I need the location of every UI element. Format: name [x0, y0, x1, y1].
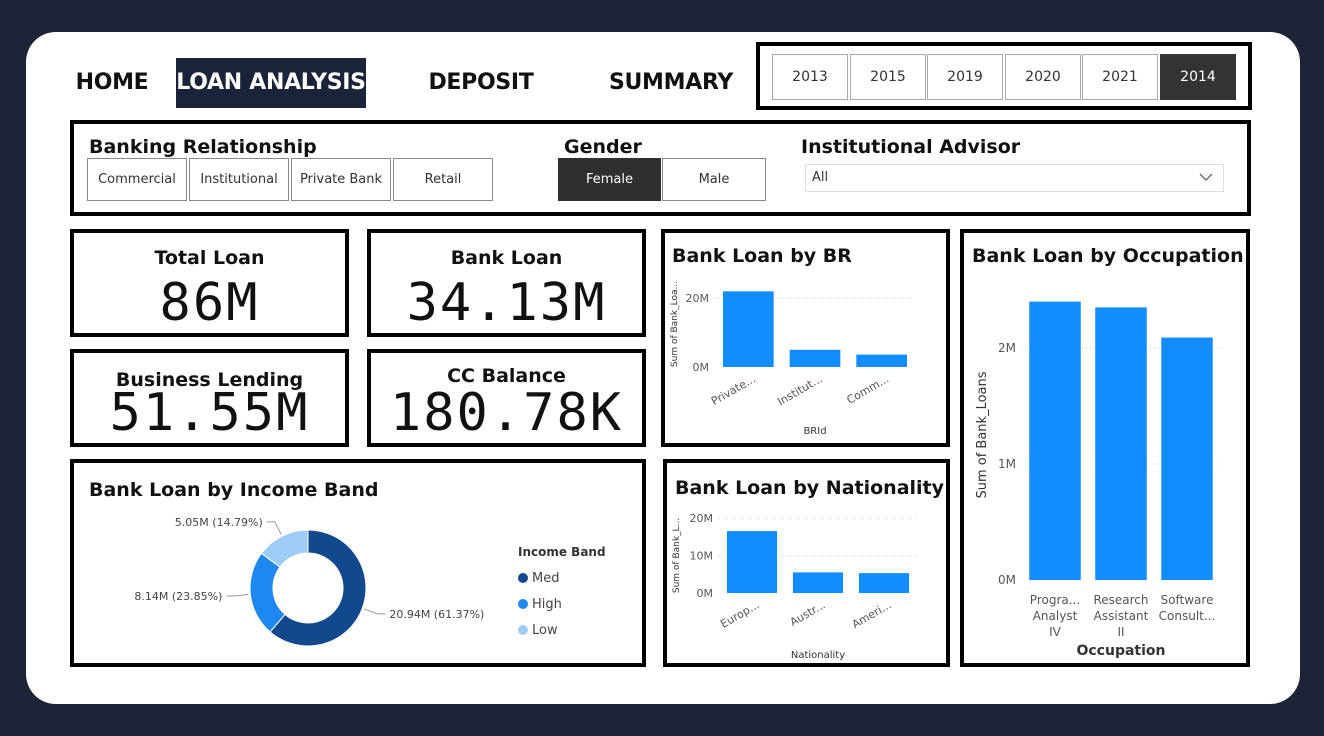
- nav-home[interactable]: HOME: [72, 58, 152, 108]
- br-option-private-bank[interactable]: Private Bank: [291, 158, 391, 201]
- gender-option-female[interactable]: Female: [558, 158, 661, 201]
- year-button-2013[interactable]: 2013: [772, 54, 848, 100]
- legend-item: High: [532, 597, 562, 612]
- chart-bank-loan-by-income-band: Bank Loan by Income Band 20.94M (61.37%)…: [70, 459, 646, 667]
- gender-title: Gender: [564, 136, 642, 158]
- y-axis-label: Sum of Bank_L...: [672, 518, 682, 593]
- x-tick-label: Private...: [709, 372, 758, 408]
- donut-chart-income-band: 20.94M (61.37%) 8.14M (23.85%) 5.05M (14.7…: [134, 516, 606, 647]
- institutional-advisor-title: Institutional Advisor: [801, 136, 1021, 158]
- nav-summary[interactable]: SUMMARY: [606, 58, 736, 108]
- data-label: 5.05M (14.79%): [175, 516, 263, 529]
- bar-0: [1029, 301, 1081, 580]
- kpi-business-lending: Business Lending 51.55M: [70, 349, 349, 447]
- kpi-label: Total Loan: [154, 247, 265, 269]
- bar-2: [858, 573, 910, 593]
- leader-line: [266, 521, 282, 535]
- legend-marker: [518, 625, 528, 635]
- year-button-2021[interactable]: 2021: [1082, 54, 1158, 100]
- x-tick-label: Comm...: [845, 372, 892, 406]
- filter-panel: Banking Relationship Commercial Institut…: [70, 120, 1251, 216]
- data-label: 20.94M (61.37%): [389, 608, 484, 621]
- bar-2: [1161, 337, 1213, 580]
- chart-bank-loan-by-br: Bank Loan by BR 0M 20M Private... Institut.…: [661, 229, 950, 447]
- kpi-value: 86M: [159, 273, 260, 333]
- br-option-retail[interactable]: Retail: [393, 158, 493, 201]
- kpi-cc-balance: CC Balance 180.78K: [367, 349, 646, 447]
- bar-1: [1095, 307, 1147, 580]
- kpi-bank-loan: Bank Loan 34.13M: [367, 229, 646, 337]
- year-button-2014[interactable]: 2014: [1160, 54, 1236, 100]
- y-tick-label: 1M: [998, 457, 1016, 471]
- y-tick-label: 0M: [998, 573, 1016, 587]
- bar-chart-nationality: 0M 10M 20M Europ... Austr... Ameri... National…: [672, 512, 917, 661]
- y-tick-label: 0M: [697, 587, 714, 600]
- bar-chart-br: 0M 20M Private... Institut... Comm... BRId Sum…: [670, 281, 915, 437]
- kpi-value: 180.78K: [389, 383, 624, 443]
- bar-0: [723, 291, 774, 367]
- leader-line: [364, 608, 386, 615]
- year-slicer: 2013 2015 2019 2020 2021 2014: [756, 42, 1252, 110]
- nav-loan-analysis[interactable]: LOAN ANALYSIS: [176, 58, 366, 108]
- br-option-institutional[interactable]: Institutional: [189, 158, 289, 201]
- chart-bank-loan-by-occupation: Bank Loan by Occupation 0M 1M 2M Progra... A…: [960, 229, 1250, 667]
- x-tick-label: Analyst: [1033, 609, 1078, 623]
- x-tick-label: Research: [1093, 593, 1148, 607]
- bar-2: [856, 354, 907, 367]
- nav-deposit-analysis[interactable]: DEPOSIT ANALYSIS: [376, 58, 586, 145]
- y-tick-label: 20M: [690, 512, 714, 525]
- x-tick-label: Assistant: [1094, 609, 1149, 623]
- br-option-commercial[interactable]: Commercial: [87, 158, 187, 201]
- legend-item: Low: [532, 623, 558, 638]
- y-axis-label: Sum of Bank_Loans: [975, 371, 990, 498]
- x-axis-label: BRId: [803, 426, 826, 437]
- legend-marker: [518, 599, 528, 609]
- banking-relationship-title: Banking Relationship: [89, 136, 317, 158]
- y-axis-label: Sum of Bank_Loa...: [670, 281, 680, 367]
- y-tick-label: 20M: [686, 292, 710, 305]
- data-label: 8.14M (23.85%): [134, 590, 222, 603]
- bar-chart-occupation: 0M 1M 2M Progra... Analyst IV Research Assistan…: [975, 301, 1220, 659]
- kpi-value: 51.55M: [109, 383, 310, 443]
- y-tick-label: 10M: [690, 550, 714, 563]
- x-tick-label: Ameri...: [850, 598, 894, 631]
- kpi-label: Bank Loan: [450, 247, 563, 269]
- y-tick-label: 2M: [998, 341, 1016, 355]
- dashboard-canvas: HOME LOAN ANALYSIS DEPOSIT ANALYSIS SUMM…: [26, 32, 1300, 704]
- bar-1: [789, 349, 841, 367]
- x-tick-label: Software: [1161, 593, 1214, 607]
- legend-marker: [518, 573, 528, 583]
- chart-bank-loan-by-nationality: Bank Loan by Nationality 0M 10M 20M Europ..…: [663, 459, 950, 667]
- x-axis-label: Occupation: [1076, 643, 1165, 659]
- legend-item: Med: [532, 571, 559, 586]
- year-button-2019[interactable]: 2019: [927, 54, 1003, 100]
- y-tick-label: 0M: [693, 361, 710, 374]
- x-tick-label: Progra...: [1030, 593, 1080, 607]
- x-tick-label: Consult...: [1159, 609, 1216, 623]
- bar-0: [726, 531, 778, 593]
- chevron-down-icon: [1199, 173, 1213, 181]
- legend-title: Income Band: [518, 545, 606, 559]
- kpi-total-loan: Total Loan 86M: [70, 229, 349, 337]
- kpi-value: 34.13M: [406, 273, 607, 333]
- year-button-2015[interactable]: 2015: [850, 54, 926, 100]
- x-axis-label: Nationality: [791, 650, 845, 661]
- x-tick-label: II: [1117, 625, 1124, 639]
- x-tick-label: IV: [1049, 625, 1062, 639]
- dropdown-value: All: [812, 170, 829, 185]
- x-tick-label: Institut...: [775, 372, 824, 408]
- gender-option-male[interactable]: Male: [662, 158, 766, 201]
- institutional-advisor-dropdown[interactable]: All: [805, 164, 1224, 192]
- x-tick-label: Austr...: [788, 598, 828, 629]
- leader-line: [226, 593, 249, 597]
- bar-1: [792, 572, 844, 593]
- x-tick-label: Europ...: [718, 598, 761, 630]
- year-button-2020[interactable]: 2020: [1005, 54, 1081, 100]
